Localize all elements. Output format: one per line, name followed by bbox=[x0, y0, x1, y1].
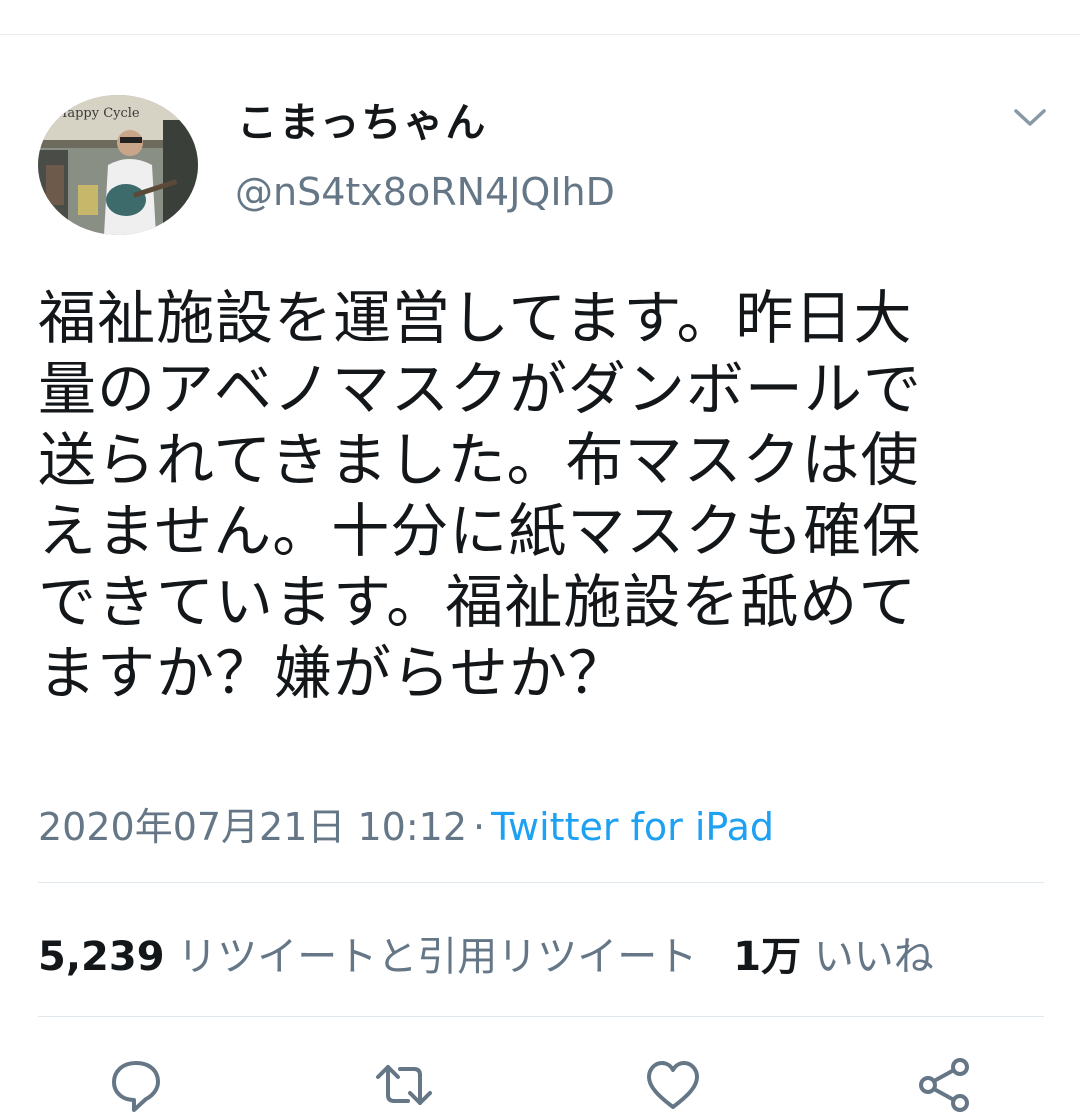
top-divider bbox=[0, 34, 1080, 35]
tweet-meta: 2020年07月21日 10:12 · Twitter for iPad bbox=[38, 796, 774, 851]
like-icon[interactable] bbox=[643, 1055, 703, 1115]
avatar[interactable]: Happy Cycle bbox=[38, 95, 198, 235]
display-name[interactable]: こまっちゃん bbox=[237, 90, 487, 148]
retweet-stat[interactable]: 5,239 リツイートと引用リツイート bbox=[38, 934, 697, 980]
meta-separator: · bbox=[473, 805, 486, 849]
retweet-label: リツイートと引用リツイート bbox=[177, 934, 698, 980]
source-link[interactable]: Twitter for iPad bbox=[491, 805, 774, 849]
like-label: いいね bbox=[813, 934, 934, 980]
divider bbox=[38, 882, 1044, 883]
engagement-stats: 5,239 リツイートと引用リツイート 1万 いいね bbox=[38, 924, 934, 982]
like-stat[interactable]: 1万 いいね bbox=[733, 934, 934, 980]
chevron-down-icon[interactable] bbox=[1010, 102, 1050, 132]
tweet-text: 福祉施設を運営してます。昨日大 量のアベノマスクがダンボールで 送られてきました… bbox=[38, 284, 922, 707]
retweet-count: 5,239 bbox=[38, 934, 165, 980]
reply-icon[interactable] bbox=[106, 1055, 166, 1115]
timestamp[interactable]: 2020年07月21日 10:12 bbox=[38, 805, 467, 849]
divider bbox=[38, 1016, 1044, 1017]
avatar-photo: Happy Cycle bbox=[38, 95, 198, 235]
svg-text:Happy Cycle: Happy Cycle bbox=[56, 106, 140, 121]
retweet-icon[interactable] bbox=[374, 1055, 434, 1115]
share-icon[interactable] bbox=[914, 1055, 974, 1115]
like-count: 1万 bbox=[733, 934, 802, 980]
user-handle[interactable]: @nS4tx8oRN4JQIhD bbox=[235, 170, 615, 214]
